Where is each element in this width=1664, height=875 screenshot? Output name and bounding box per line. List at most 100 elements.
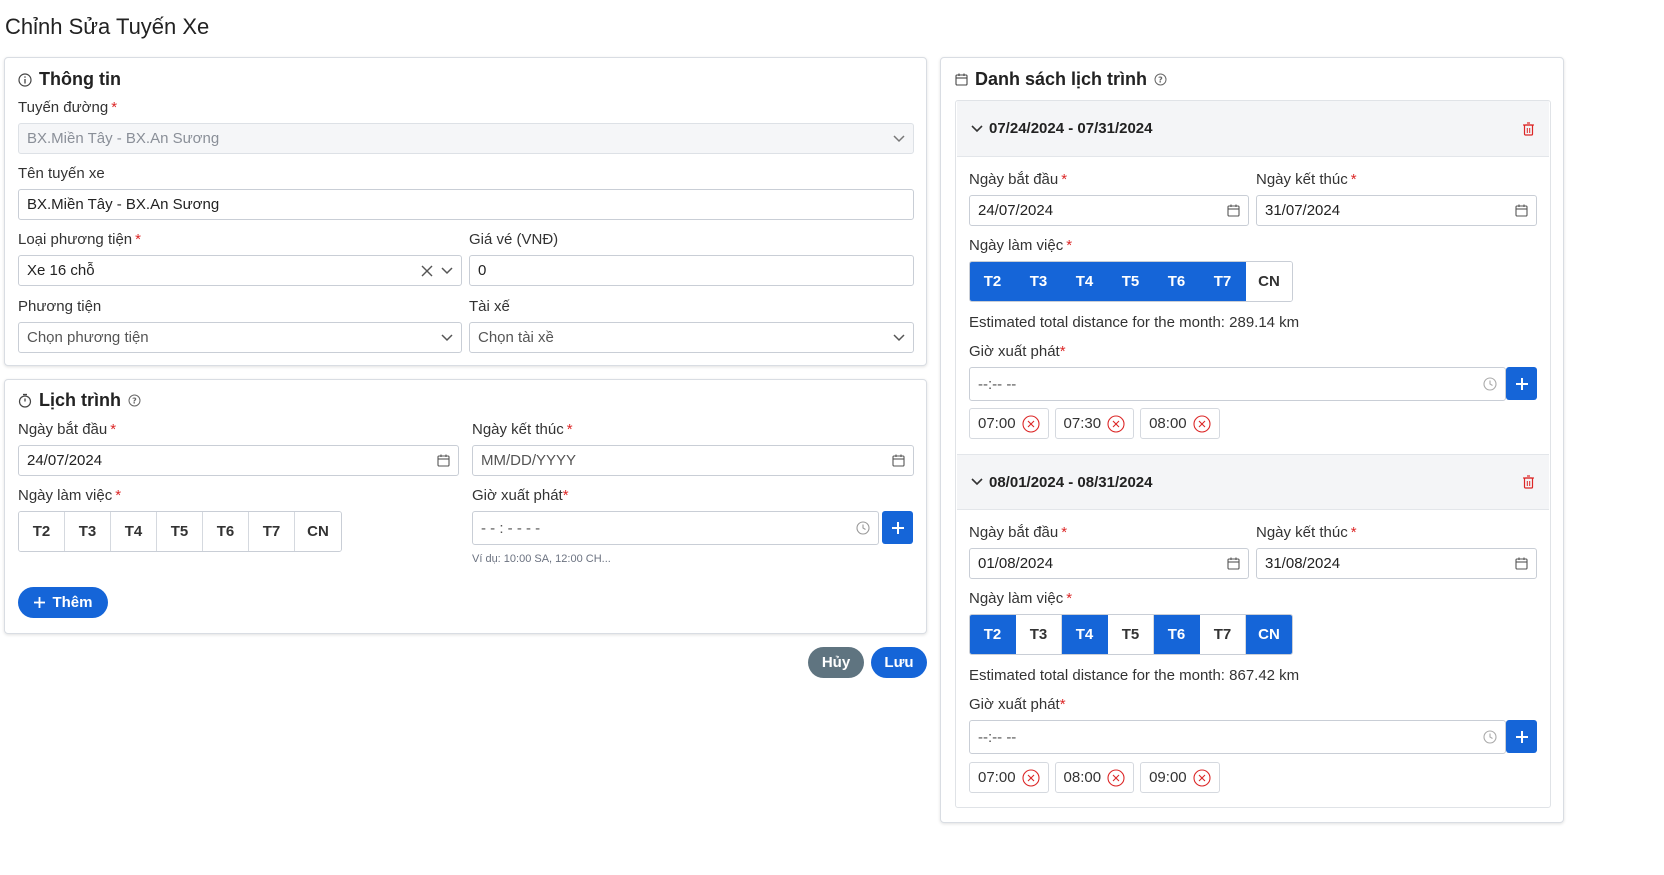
item-workdays-selector: T2 T3 T4 T5 T6 T7 CN [969,614,1293,655]
calendar-icon[interactable] [1515,557,1528,570]
calendar-icon[interactable] [1227,557,1240,570]
day-cn[interactable]: CN [295,512,341,551]
calendar-icon[interactable] [437,454,450,467]
schedule-range: 08/01/2024 - 08/31/2024 [989,473,1153,491]
add-schedule-button[interactable]: Thêm [18,587,108,618]
item-add-time-button[interactable] [1506,367,1537,400]
day-t6[interactable]: T6 [1154,615,1200,654]
chevron-down-icon [441,266,453,274]
remove-icon[interactable] [1193,414,1211,433]
day-t3[interactable]: T3 [1016,615,1062,654]
remove-icon[interactable] [1021,414,1040,433]
calendar-icon[interactable] [1515,204,1528,217]
time-chips: 07:00 07:30 08:00 [969,408,1220,439]
item-workdays-label: Ngày làm việc * [969,237,1073,254]
remove-icon[interactable] [1107,768,1125,787]
time-chip: 08:00 [1054,762,1135,793]
day-t2[interactable]: T2 [970,262,1016,301]
item-workdays-label: Ngày làm việc * [969,590,1073,607]
svg-text:?: ? [1158,75,1163,84]
time-chip: 07:30 [1054,408,1135,439]
day-t7[interactable]: T7 [249,512,295,551]
item-end-date-input[interactable]: 31/08/2024 [1256,548,1537,579]
schedule-section-title: Lịch trình ? [18,390,141,411]
driver-label: Tài xế [469,298,510,315]
start-date-input[interactable]: 24/07/2024 [18,445,459,476]
day-t4[interactable]: T4 [1062,262,1108,301]
day-t7[interactable]: T7 [1200,262,1246,301]
price-input[interactable]: 0 [469,255,914,286]
remove-icon[interactable] [1193,768,1211,787]
day-t4[interactable]: T4 [111,512,157,551]
chevron-down-icon [441,333,453,341]
clear-icon[interactable] [421,265,433,277]
day-t3[interactable]: T3 [65,512,111,551]
chevron-down-icon [971,478,983,486]
info-title: Thông tin [39,69,121,89]
day-t5[interactable]: T5 [1108,262,1154,301]
day-t7[interactable]: T7 [1200,615,1246,654]
plus-icon [1515,730,1528,743]
calendar-icon[interactable] [892,454,905,467]
item-time-label: Giờ xuất phát* [969,696,1066,713]
clock-icon [856,521,870,535]
workdays-label: Ngày làm việc * [18,487,122,504]
help-icon[interactable]: ? [1154,73,1167,86]
time-chip: 07:00 [969,762,1049,793]
chevron-down-icon [893,134,905,142]
day-t5[interactable]: T5 [1108,615,1154,654]
day-t2[interactable]: T2 [19,512,65,551]
item-end-date-input[interactable]: 31/07/2024 [1256,195,1537,226]
departure-time-input[interactable]: - - : - - - - [472,511,879,545]
item-start-date-input[interactable]: 24/07/2024 [969,195,1249,226]
day-t2[interactable]: T2 [970,615,1016,654]
time-chip: 08:00 [1140,408,1220,439]
day-t6[interactable]: T6 [1154,262,1200,301]
item-end-label: Ngày kết thúc * [1256,171,1357,188]
route-name-input[interactable]: BX.Miền Tây - BX.An Sương [18,189,914,220]
remove-icon[interactable] [1021,768,1040,787]
item-add-time-button[interactable] [1506,720,1537,753]
day-t5[interactable]: T5 [157,512,203,551]
help-icon[interactable]: ? [128,394,141,407]
day-t3[interactable]: T3 [1016,262,1062,301]
item-time-label: Giờ xuất phát* [969,343,1066,360]
info-icon [18,72,32,87]
cancel-button[interactable]: Hủy [808,647,864,678]
day-t6[interactable]: T6 [203,512,249,551]
vehicle-type-label: Loại phương tiện * [18,231,141,248]
item-time-input[interactable]: --:-- -- [969,367,1506,401]
trash-icon[interactable] [1522,475,1535,489]
day-cn[interactable]: CN [1246,262,1292,301]
day-t4[interactable]: T4 [1062,615,1108,654]
schedule-range: 07/24/2024 - 07/31/2024 [989,120,1153,137]
plus-icon [1515,377,1528,390]
page-title: Chỉnh Sửa Tuyến Xe [5,14,210,39]
driver-select[interactable]: Chọn tài xề [469,322,914,353]
calendar-icon [955,73,968,86]
save-button[interactable]: Lưu [871,647,927,678]
item-time-input[interactable]: --:-- -- [969,720,1506,754]
info-card: Thông tin Tuyến đường * BX.Miền Tây - BX.… [4,57,927,366]
chevron-down-icon [893,333,905,341]
clock-icon [1483,730,1497,744]
start-date-label: Ngày bắt đầu * [18,421,117,438]
trash-icon[interactable] [1522,121,1535,136]
item-workdays-selector: T2 T3 T4 T5 T6 T7 CN [969,261,1293,302]
vehicle-select[interactable]: Chọn phương tiện [18,322,462,353]
distance-estimate: Estimated total distance for the month: … [969,314,1300,331]
remove-icon[interactable] [1107,414,1125,433]
stopwatch-icon [18,393,32,408]
calendar-icon[interactable] [1227,204,1240,217]
schedule-item-header[interactable]: 08/01/2024 - 08/31/2024 [957,454,1549,510]
item-start-date-input[interactable]: 01/08/2024 [969,548,1249,579]
add-time-button[interactable] [882,511,913,544]
vehicle-type-select[interactable]: Xe 16 chỗ [18,255,462,286]
day-cn[interactable]: CN [1246,615,1292,654]
plus-icon [891,521,904,534]
end-date-input[interactable]: MM/DD/YYYY [472,445,914,476]
schedule-item-header[interactable]: 07/24/2024 - 07/31/2024 [957,101,1549,157]
route-label: Tuyến đường * [18,99,118,116]
time-chips: 07:00 08:00 09:00 [969,762,1220,793]
item-start-label: Ngày bắt đầu * [969,524,1068,541]
